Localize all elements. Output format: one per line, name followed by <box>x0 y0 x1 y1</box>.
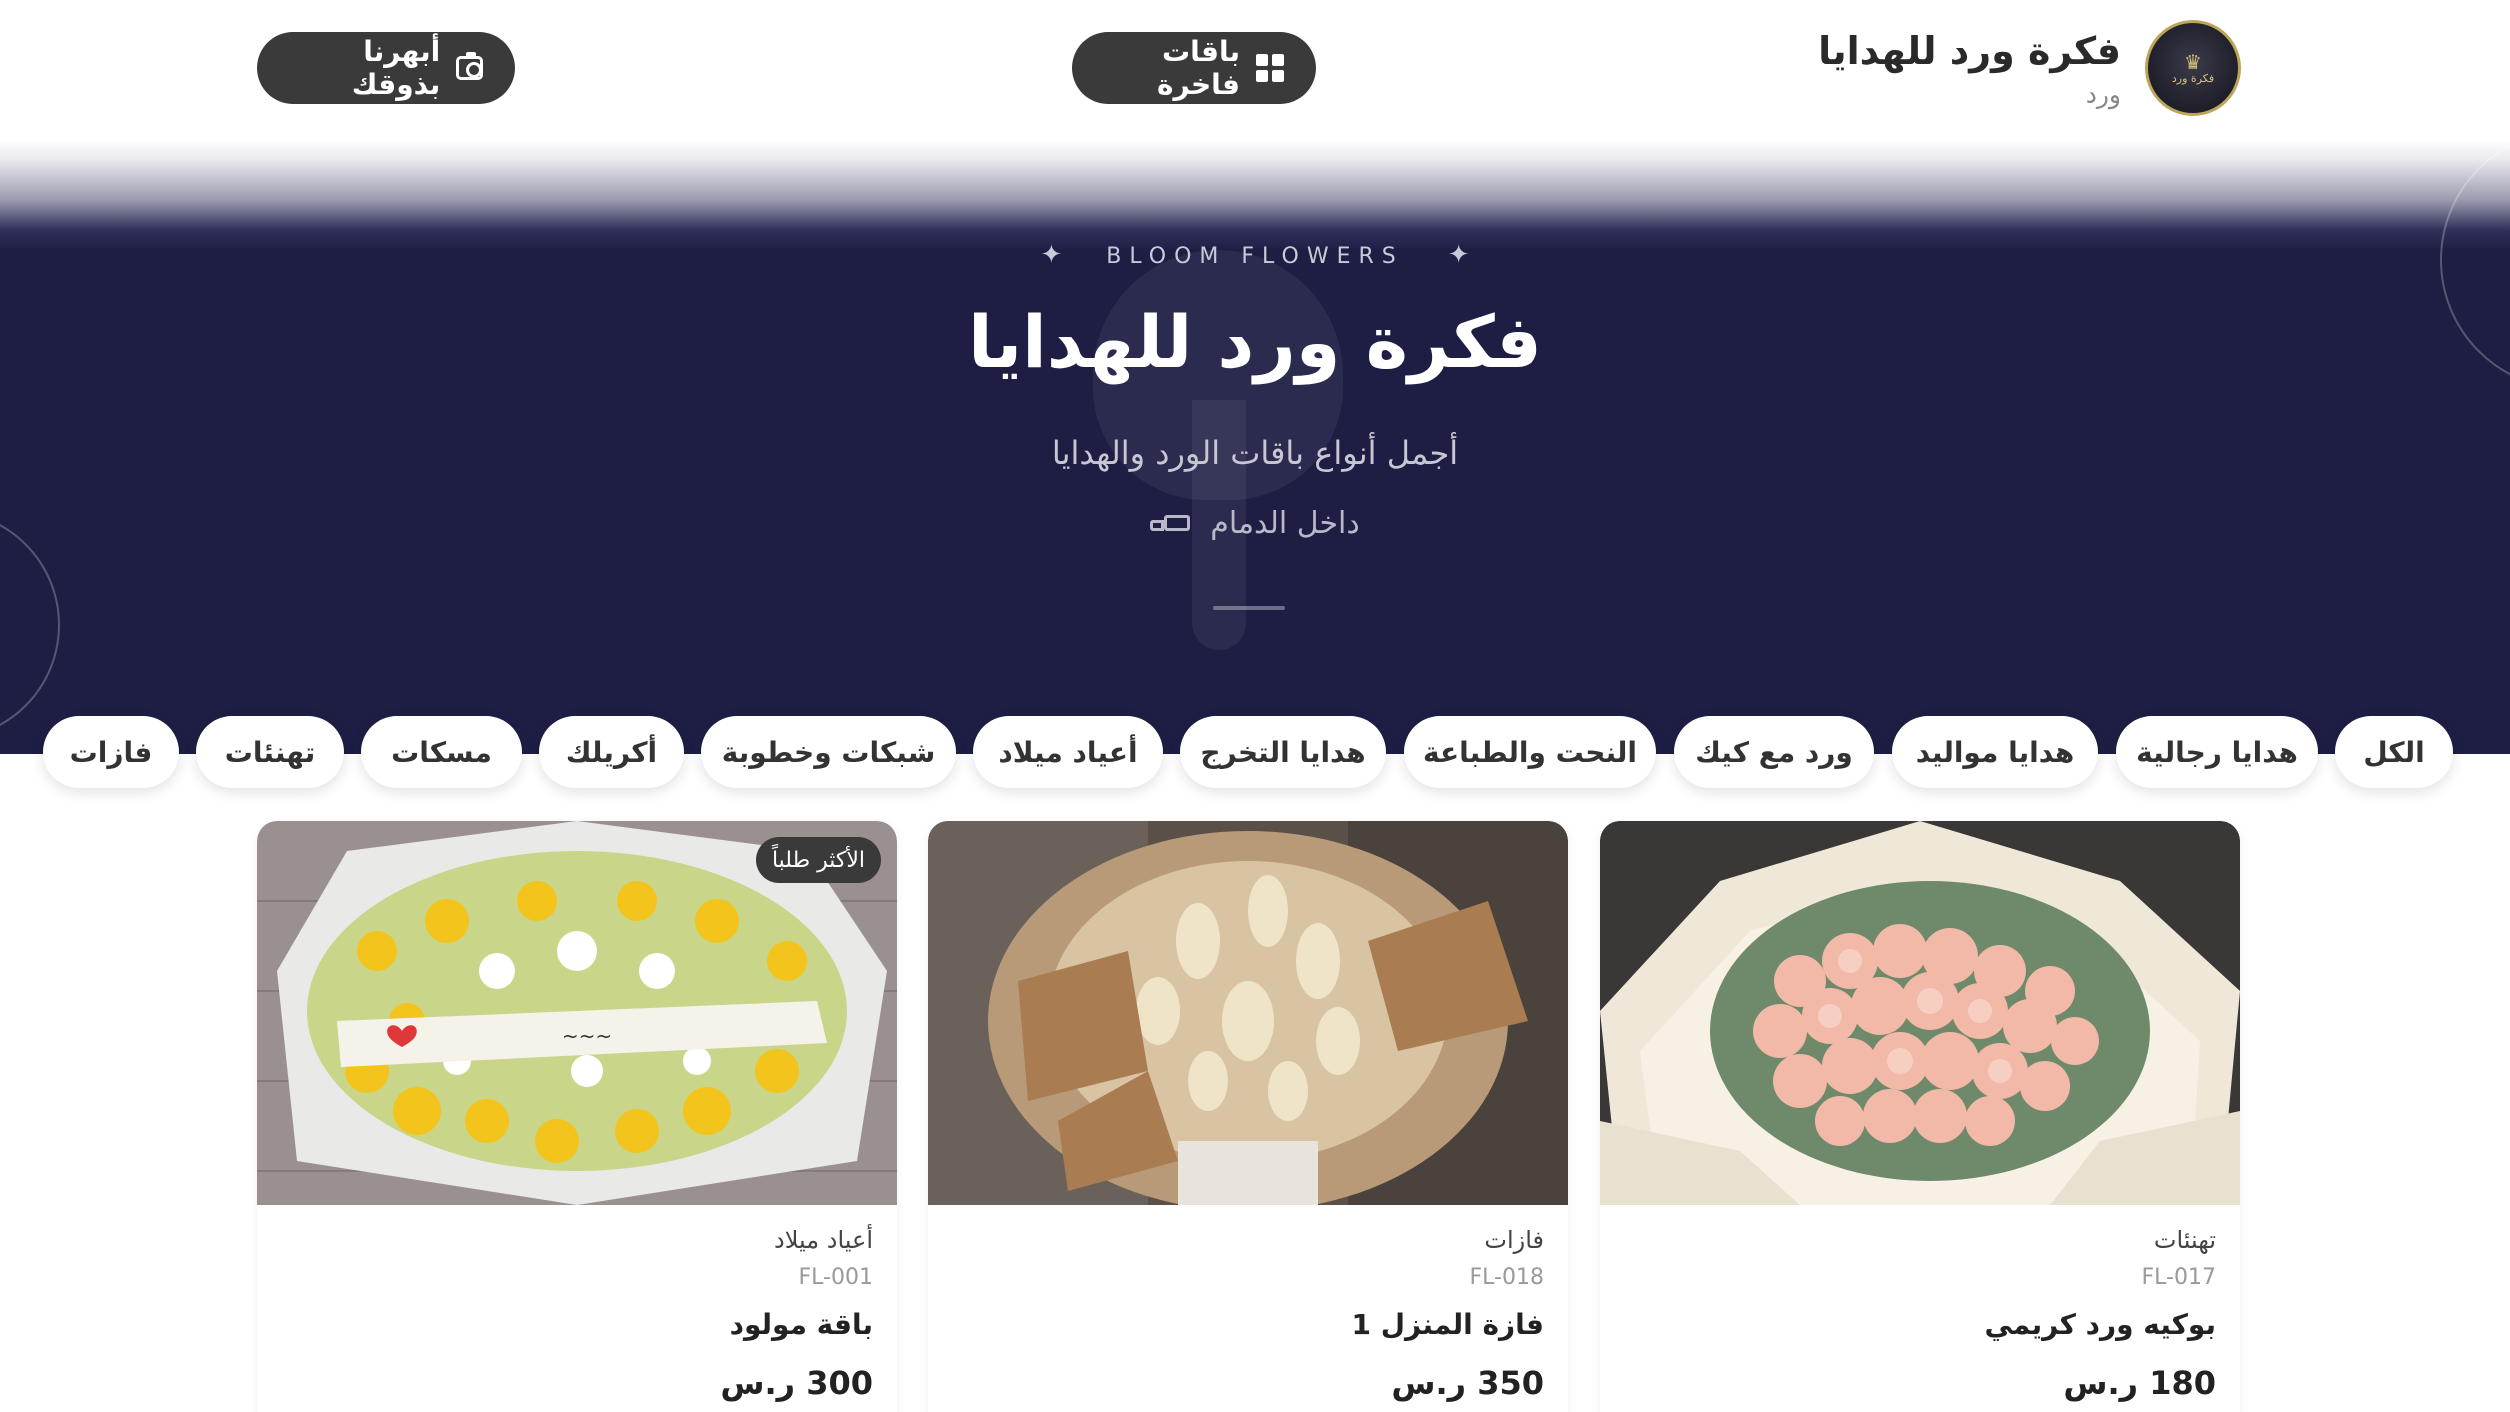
sparkle-icon: ✦ <box>1447 240 1470 270</box>
category-chip-vases[interactable]: فازات <box>43 716 179 788</box>
delivery-location-text: داخل الدمام <box>1210 506 1360 541</box>
category-chip-engraving[interactable]: النحت والطباعة <box>1404 716 1656 788</box>
product-info: فازات FL-018 فازة المنزل 1 350 ر.س <box>1351 1223 1544 1405</box>
hero-eyebrow: ✦ BLOOM FLOWERS ✦ <box>0 240 2510 270</box>
category-filter-bar: الكل هدايا رجالية هدايا مواليد ورد مع كي… <box>0 716 2510 792</box>
category-chip-men[interactable]: هدايا رجالية <box>2116 716 2318 788</box>
category-chip-engagement[interactable]: شبكات وخطوبة <box>701 716 956 788</box>
hero-banner: ✦ BLOOM FLOWERS ✦ فكرة ورد للهدايا أجمل أن… <box>0 140 2510 754</box>
bestseller-badge: الأكثر طلباً <box>755 837 881 883</box>
hero-divider <box>1213 606 1285 610</box>
sparkle-icon: ✦ <box>1040 240 1063 270</box>
product-name[interactable]: بوكيه ورد كريمي <box>1985 1305 2216 1345</box>
product-name[interactable]: فازة المنزل 1 <box>1351 1305 1544 1345</box>
product-price: 350 ر.س <box>1391 1364 1544 1402</box>
product-image[interactable]: ~~~ الأكثر طلباً <box>257 821 897 1205</box>
product-card[interactable]: فازات FL-018 فازة المنزل 1 350 ر.س <box>928 821 1568 1412</box>
grid-icon <box>1256 54 1284 82</box>
category-chip-all[interactable]: الكل <box>2335 716 2453 788</box>
product-category: فازات <box>1484 1226 1544 1254</box>
page: ♛ فكرة ورد فكرة ورد للهدايا ورد باقات فا… <box>0 0 2510 1412</box>
brand-subtitle: ورد <box>2085 79 2121 109</box>
product-card[interactable]: ~~~ الأكثر طلباً أعياد ميلاد FL-001 باقة… <box>257 821 897 1412</box>
hero-title: فكرة ورد للهدايا <box>968 300 1542 384</box>
category-chip-graduation[interactable]: هدايا التخرج <box>1180 716 1386 788</box>
category-chip-congratulations[interactable]: تهنئات <box>196 716 344 788</box>
category-chip-bridal-bouquets[interactable]: مسكات <box>361 716 522 788</box>
product-code: FL-017 <box>2141 1265 2216 1290</box>
product-price: 300 ر.س <box>720 1364 873 1402</box>
luxury-bouquets-button[interactable]: باقات فاخرة <box>1072 32 1316 104</box>
custom-order-label: أبهرنا بذوقك <box>351 35 441 101</box>
hero-eyebrow-text: BLOOM FLOWERS <box>1106 244 1404 269</box>
product-category: أعياد ميلاد <box>774 1226 873 1254</box>
brand[interactable]: ♛ فكرة ورد فكرة ورد للهدايا ورد <box>1818 20 2241 116</box>
product-info: أعياد ميلاد FL-001 باقة مولود 300 ر.س <box>720 1223 873 1405</box>
product-info: تهنئات FL-017 بوكيه ورد كريمي 180 ر.س <box>1985 1223 2216 1405</box>
crown-icon: ♛ <box>2184 49 2202 74</box>
product-category: تهنئات <box>2153 1226 2216 1254</box>
product-code: FL-001 <box>798 1265 873 1290</box>
camera-icon <box>456 52 483 80</box>
svg-text:~~~: ~~~ <box>562 1024 612 1048</box>
category-chip-flowers-cake[interactable]: ورد مع كيك <box>1674 716 1874 788</box>
hero-subtitle: أجمل أنواع باقات الورد والهدايا <box>1051 434 1459 472</box>
pink-roses-bouquet-image <box>1600 821 2240 1205</box>
dried-flowers-vase-image <box>928 821 1568 1205</box>
site-header: ♛ فكرة ورد فكرة ورد للهدايا ورد باقات فا… <box>0 0 2510 140</box>
brand-text: فكرة ورد للهدايا ورد <box>1818 28 2121 109</box>
product-price: 180 ر.س <box>2063 1364 2216 1402</box>
brand-logo[interactable]: ♛ فكرة ورد <box>2145 20 2241 116</box>
category-chip-acrylic[interactable]: أكريلك <box>539 716 684 788</box>
product-name[interactable]: باقة مولود <box>720 1305 873 1345</box>
product-image[interactable] <box>928 821 1568 1205</box>
product-image[interactable] <box>1600 821 2240 1205</box>
logo-text: فكرة ورد <box>2171 71 2215 85</box>
product-card[interactable]: تهنئات FL-017 بوكيه ورد كريمي 180 ر.س <box>1600 821 2240 1412</box>
custom-order-button[interactable]: أبهرنا بذوقك <box>257 32 515 104</box>
luxury-bouquets-label: باقات فاخرة <box>1157 35 1240 101</box>
category-chip-birthdays[interactable]: أعياد ميلاد <box>973 716 1163 788</box>
brand-title: فكرة ورد للهدايا <box>1818 28 2121 73</box>
truck-icon <box>1150 513 1191 535</box>
product-code: FL-018 <box>1469 1265 1544 1290</box>
delivery-location: داخل الدمام <box>0 506 2510 541</box>
category-chip-newborn[interactable]: هدايا مواليد <box>1892 716 2098 788</box>
decorative-circle <box>0 510 60 740</box>
